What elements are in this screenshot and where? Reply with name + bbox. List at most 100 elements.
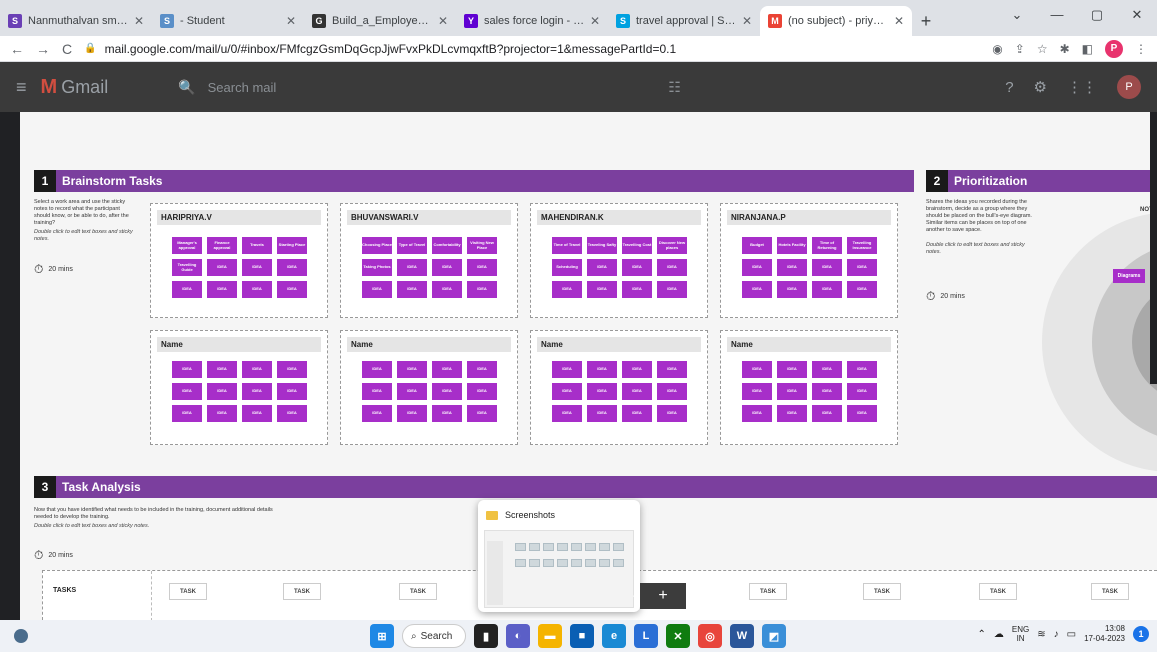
sticky-note[interactable]: IDEA bbox=[467, 281, 497, 298]
sticky-note[interactable]: Comfortability bbox=[432, 237, 462, 254]
sticky-note[interactable]: IDEA bbox=[207, 405, 237, 422]
sticky-note[interactable]: IDEA bbox=[362, 361, 392, 378]
sticky-note[interactable]: IDEA bbox=[777, 405, 807, 422]
screenshots-popup[interactable]: Screenshots bbox=[478, 500, 640, 612]
battery-icon[interactable]: ▭ bbox=[1067, 629, 1076, 640]
photos-icon[interactable]: ◩ bbox=[762, 624, 786, 648]
sticky-note[interactable]: Taking Photos bbox=[362, 259, 392, 276]
edge-icon[interactable]: e bbox=[602, 624, 626, 648]
sticky-note[interactable]: IDEA bbox=[242, 383, 272, 400]
close-tab-icon[interactable]: ✕ bbox=[742, 14, 752, 28]
sticky-note[interactable]: IDEA bbox=[657, 259, 687, 276]
show-hidden-icons-icon[interactable]: ⌃ bbox=[978, 629, 986, 640]
sticky-note[interactable]: Travelling Insurance bbox=[847, 237, 877, 254]
task-box[interactable]: TASK bbox=[169, 583, 207, 600]
sticky-note[interactable]: IDEA bbox=[242, 281, 272, 298]
task-box[interactable]: TASK bbox=[399, 583, 437, 600]
windows-start-icon[interactable]: ⊞ bbox=[370, 624, 394, 648]
sticky-note[interactable]: IDEA bbox=[397, 383, 427, 400]
sticky-note[interactable]: IDEA bbox=[812, 405, 842, 422]
close-tab-icon[interactable]: ✕ bbox=[590, 14, 600, 28]
sticky-note[interactable]: IDEA bbox=[847, 259, 877, 276]
sticky-note[interactable]: IDEA bbox=[172, 405, 202, 422]
wifi-icon[interactable]: ≋ bbox=[1037, 629, 1045, 640]
close-window-icon[interactable]: ✕ bbox=[1117, 0, 1157, 30]
browser-tab[interactable]: S - Student ✕ bbox=[152, 6, 304, 36]
sticky-note[interactable]: Travelling Cost bbox=[622, 237, 652, 254]
sticky-note[interactable]: IDEA bbox=[777, 259, 807, 276]
gmail-search[interactable]: 🔍 Search mail bbox=[178, 79, 658, 96]
sticky-note[interactable]: IDEA bbox=[552, 383, 582, 400]
help-icon[interactable]: ? bbox=[1005, 79, 1013, 96]
tab-search-icon[interactable]: ⌄ bbox=[997, 0, 1037, 30]
url-field[interactable]: 🔒 mail.google.com/mail/u/0/#inbox/FMfcgz… bbox=[84, 42, 992, 56]
sticky-note[interactable]: Travelling Guide bbox=[172, 259, 202, 276]
sticky-note[interactable]: IDEA bbox=[277, 259, 307, 276]
sticky-note[interactable]: IDEA bbox=[552, 281, 582, 298]
sticky-note[interactable]: IDEA bbox=[587, 361, 617, 378]
task-box[interactable]: TASK bbox=[863, 583, 901, 600]
task-box[interactable]: TASK bbox=[749, 583, 787, 600]
sticky-note[interactable]: Traveling Safty bbox=[587, 237, 617, 254]
chrome-icon[interactable]: ◎ bbox=[698, 624, 722, 648]
sticky-note[interactable]: IDEA bbox=[277, 405, 307, 422]
sticky-note[interactable]: IDEA bbox=[172, 383, 202, 400]
sidepanel-icon[interactable]: ◧ bbox=[1082, 42, 1093, 56]
sticky-note[interactable]: IDEA bbox=[467, 259, 497, 276]
sticky-note[interactable]: IDEA bbox=[812, 281, 842, 298]
sticky-note[interactable]: IDEA bbox=[777, 361, 807, 378]
sticky-note[interactable]: IDEA bbox=[742, 361, 772, 378]
browser-tab[interactable]: S Nanmuthalvan smartinternz ✕ bbox=[0, 6, 152, 36]
bookmark-star-icon[interactable]: ☆ bbox=[1037, 42, 1048, 56]
sticky-note[interactable]: IDEA bbox=[432, 361, 462, 378]
sticky-note[interactable]: Hotels Facility bbox=[777, 237, 807, 254]
sticky-note[interactable]: Discover New places bbox=[657, 237, 687, 254]
sticky-note[interactable]: IDEA bbox=[657, 361, 687, 378]
sticky-note[interactable]: IDEA bbox=[432, 383, 462, 400]
sticky-note[interactable]: IDEA bbox=[587, 405, 617, 422]
cloud-icon[interactable]: ☁ bbox=[994, 629, 1004, 640]
sticky-note[interactable]: IDEA bbox=[207, 383, 237, 400]
menu-kebab-icon[interactable]: ⋮ bbox=[1135, 42, 1147, 56]
forward-icon[interactable]: → bbox=[36, 41, 50, 57]
sticky-note[interactable]: Time of Travel bbox=[552, 237, 582, 254]
sticky-note[interactable]: IDEA bbox=[467, 405, 497, 422]
minimize-icon[interactable]: — bbox=[1037, 0, 1077, 30]
extensions-icon[interactable]: ✱ bbox=[1060, 42, 1070, 56]
sticky-note[interactable]: IDEA bbox=[432, 405, 462, 422]
word-icon[interactable]: W bbox=[730, 624, 754, 648]
sticky-note[interactable]: IDEA bbox=[277, 361, 307, 378]
task-box[interactable]: TASK bbox=[1091, 583, 1129, 600]
new-tab-button[interactable]: + bbox=[912, 6, 940, 36]
sticky-note[interactable]: Choosing Place bbox=[362, 237, 392, 254]
sticky-note[interactable]: IDEA bbox=[362, 405, 392, 422]
viewer-scrollbar[interactable] bbox=[1150, 112, 1157, 384]
system-clock[interactable]: 13:08 17-04-2023 bbox=[1084, 624, 1125, 644]
task-view-icon[interactable]: ▮ bbox=[474, 624, 498, 648]
sticky-note[interactable]: Budget bbox=[742, 237, 772, 254]
sticky-note[interactable]: IDEA bbox=[277, 281, 307, 298]
sticky-note[interactable]: IDEA bbox=[742, 281, 772, 298]
task-box[interactable]: TASK bbox=[979, 583, 1017, 600]
sticky-note[interactable]: IDEA bbox=[362, 281, 392, 298]
sticky-note[interactable]: IDEA bbox=[172, 281, 202, 298]
sticky-note[interactable]: IDEA bbox=[847, 281, 877, 298]
taskbar-search[interactable]: ⌕ Search bbox=[402, 624, 466, 648]
volume-icon[interactable]: ♪ bbox=[1054, 629, 1059, 640]
sticky-note[interactable]: IDEA bbox=[397, 281, 427, 298]
sticky-note[interactable]: IDEA bbox=[657, 405, 687, 422]
sticky-note[interactable]: IDEA bbox=[552, 405, 582, 422]
sticky-note[interactable]: IDEA bbox=[362, 383, 392, 400]
browser-tab[interactable]: M (no subject) - priyadharshin ✕ bbox=[760, 6, 912, 36]
sticky-note[interactable]: IDEA bbox=[207, 281, 237, 298]
sticky-note[interactable]: IDEA bbox=[742, 405, 772, 422]
hamburger-menu-icon[interactable]: ≡ bbox=[16, 77, 27, 98]
app-l-icon[interactable]: L bbox=[634, 624, 658, 648]
sticky-note[interactable]: IDEA bbox=[777, 281, 807, 298]
sticky-note[interactable]: Manager's approval bbox=[172, 237, 202, 254]
sticky-note[interactable]: IDEA bbox=[812, 361, 842, 378]
profile-avatar[interactable]: P bbox=[1105, 39, 1123, 58]
sticky-note[interactable]: IDEA bbox=[622, 361, 652, 378]
browser-tab[interactable]: Stravel approval | Salesforce ✕ bbox=[608, 6, 760, 36]
sticky-note[interactable]: Time of Returning bbox=[812, 237, 842, 254]
